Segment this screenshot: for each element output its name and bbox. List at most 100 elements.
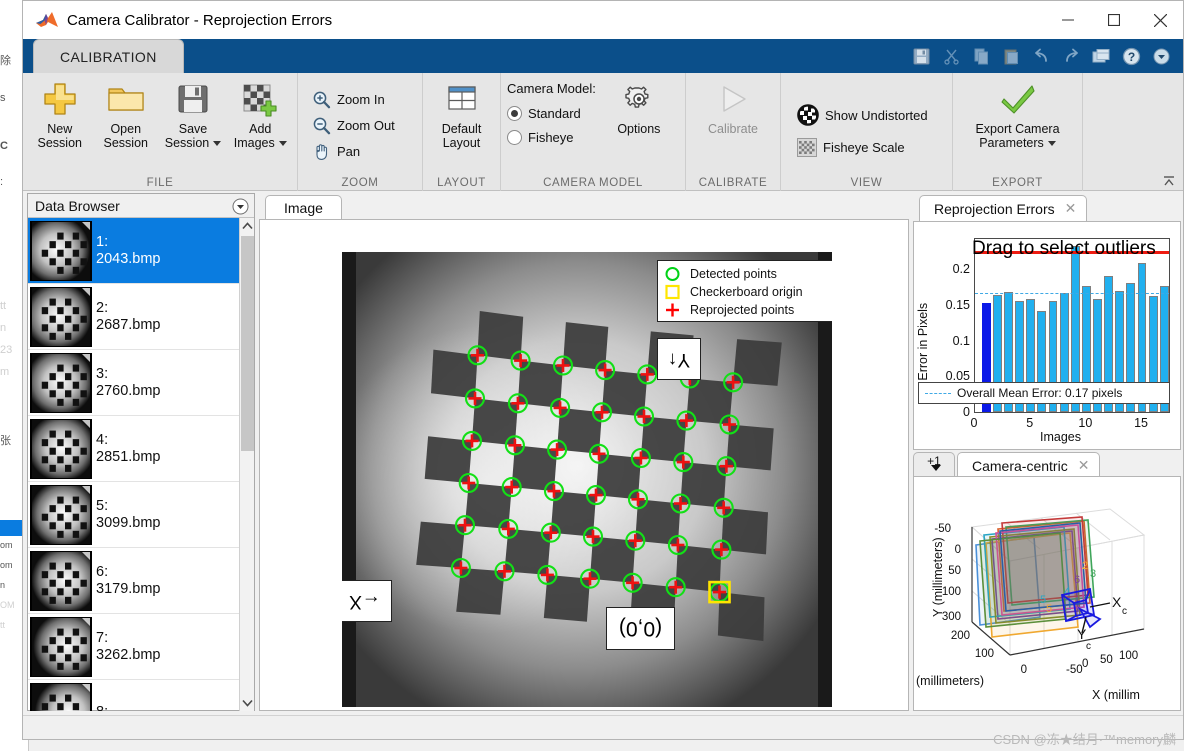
zoom-out-icon [312, 116, 331, 135]
fisheye-scale-button[interactable]: Fisheye Scale [791, 134, 911, 160]
pan-label: Pan [337, 143, 361, 159]
tab-calibration[interactable]: CALIBRATION [33, 39, 184, 73]
chevron-down-icon[interactable] [278, 141, 287, 147]
data-browser-header: Data Browser [28, 194, 254, 218]
group-label-view: VIEW [850, 177, 883, 189]
reprojection-errors-chart[interactable]: an Error in Pixels 0 0.05 0.1 0.15 0.2 0 5 10 1… [914, 222, 1180, 449]
legend-row-origin: Checkerboard origin [664, 283, 832, 301]
calibration-image[interactable]: Detected points Checkerboard origin Repr… [342, 252, 832, 707]
list-item[interactable]: 2: 2687.bmp [28, 284, 240, 350]
fisheye-checker-icon [797, 137, 817, 157]
image-panel-body: Detected points Checkerboard origin Repr… [259, 219, 909, 711]
save-icon[interactable] [907, 43, 935, 69]
radio-fisheye[interactable]: Fisheye [507, 125, 596, 149]
options-button[interactable]: Options [606, 75, 672, 136]
close-icon[interactable]: ✕ [1065, 200, 1077, 217]
list-item[interactable]: 6: 3179.bmp [28, 548, 240, 614]
tick-d-0: 0 [1021, 664, 1027, 676]
chart-x-tick: 15 [1134, 416, 1148, 430]
camera-model-caption: Camera Model: [507, 81, 596, 96]
x-axis-annotation: ←X [342, 580, 392, 622]
ribbon-tab-strip: CALIBRATION ? [23, 39, 1183, 73]
add-images-button[interactable]: Add Images [227, 75, 293, 150]
svg-text:3: 3 [1090, 568, 1096, 580]
export-label-2: Parameters [979, 136, 1056, 150]
minimize-button[interactable] [1045, 1, 1091, 39]
more-icon[interactable] [1147, 43, 1175, 69]
tab-camera-centric[interactable]: Camera-centric ✕ [957, 452, 1101, 478]
new-session-label-1: New [47, 122, 73, 136]
pan-button[interactable]: Pan [306, 138, 366, 164]
data-browser-scrollbar[interactable] [239, 218, 254, 711]
window-controls [1045, 1, 1183, 39]
chart-x-tick: 0 [970, 416, 978, 430]
legend-label-detected: Detected points [690, 267, 777, 281]
zoom-in-label: Zoom In [337, 91, 385, 107]
ribbon-group-camera-model: Camera Model: Standard Fisheye Options C… [501, 73, 686, 191]
undo-icon[interactable] [1027, 43, 1055, 69]
open-session-label-2: Session [103, 136, 148, 150]
radio-standard[interactable]: Standard [507, 101, 596, 125]
tab-image-label: Image [284, 199, 323, 216]
tick-y-50: 50 [948, 565, 961, 577]
close-icon[interactable]: ✕ [1078, 457, 1090, 474]
group-label-export: EXPORT [992, 177, 1043, 189]
redo-icon[interactable] [1057, 43, 1085, 69]
group-label-zoom: ZOOM [341, 177, 379, 189]
close-button[interactable] [1137, 1, 1183, 39]
save-session-button[interactable]: Save Session [159, 75, 227, 150]
main-window: Camera Calibrator - Reprojection Errors … [22, 0, 1184, 740]
cut-icon[interactable] [937, 43, 965, 69]
zoom-in-button[interactable]: Zoom In [306, 86, 391, 112]
scroll-down-arrow[interactable] [240, 695, 255, 711]
add-images-label-1: Add [249, 122, 272, 136]
panel-menu-icon[interactable] [232, 198, 249, 215]
extrinsics-3d-plot[interactable]: 2 3 6 4 5 5 X c Y c -50 0 50 100 300 200… [914, 477, 1180, 710]
chevron-down-icon[interactable] [1047, 141, 1056, 147]
list-item[interactable]: 3: 2760.bmp [28, 350, 240, 416]
show-undistorted-label: Show Undistorted [825, 107, 928, 123]
radio-fisheye-indicator [507, 129, 522, 145]
list-item[interactable]: 5: 3099.bmp [28, 482, 240, 548]
folder-icon [106, 79, 146, 119]
paste-icon[interactable] [997, 43, 1025, 69]
list-item-label: 1: 2043.bmp [96, 233, 161, 267]
image-list[interactable]: 1: 2043.bmp 2: 2687.bmp 3: 2760.bmp 4: 2851.bmp… [28, 218, 240, 711]
tab-image[interactable]: Image [265, 195, 342, 219]
radio-standard-indicator [507, 105, 522, 121]
show-undistorted-button[interactable]: Show Undistorted [791, 102, 934, 128]
layout-grid-icon [442, 79, 482, 119]
quick-access-toolbar: ? [907, 42, 1175, 70]
collapse-ribbon-button[interactable] [1161, 174, 1177, 188]
list-item[interactable]: 4: 2851.bmp [28, 416, 240, 482]
list-item[interactable]: 7: 3262.bmp [28, 614, 240, 680]
legend-row-reprojected: Reprojected points [664, 301, 832, 319]
zoom-out-button[interactable]: Zoom Out [306, 112, 401, 138]
overflow-tabs-button[interactable]: +1 [913, 452, 955, 478]
svg-text:c: c [1086, 641, 1091, 652]
chart-mean-label: Overall Mean Error: 0.17 pixels [957, 386, 1123, 400]
data-browser-panel: Data Browser 1: 2043.bmp 2: 2687.bmp 3: 2760.… [27, 193, 255, 711]
default-layout-button[interactable]: Default Layout [429, 75, 495, 150]
add-images-icon [240, 79, 280, 119]
scroll-up-arrow[interactable] [240, 218, 255, 234]
open-session-button[interactable]: Open Session [93, 75, 159, 150]
scrollbar-thumb[interactable] [241, 236, 254, 451]
layout-icon[interactable] [1087, 43, 1115, 69]
calibrate-button[interactable]: Calibrate [700, 75, 766, 136]
plot-y-axis-label: Y (millimeters) [931, 537, 945, 617]
thumbnail [30, 352, 92, 413]
chevron-down-icon[interactable] [213, 141, 222, 147]
help-icon[interactable]: ? [1117, 43, 1145, 69]
list-item[interactable]: 8: [28, 680, 240, 711]
export-camera-parameters-button[interactable]: Export Camera Parameters [969, 75, 1065, 150]
legend-label-origin: Checkerboard origin [690, 285, 803, 299]
image-tab-bar: Image [259, 193, 909, 219]
chart-x-tick: 10 [1078, 416, 1093, 430]
tab-reprojection-errors[interactable]: Reprojection Errors ✕ [919, 195, 1088, 221]
maximize-button[interactable] [1091, 1, 1137, 39]
copy-icon[interactable] [967, 43, 995, 69]
mean-line-swatch [925, 392, 951, 394]
new-session-button[interactable]: New Session [27, 75, 93, 150]
list-item[interactable]: 1: 2043.bmp [28, 218, 240, 284]
